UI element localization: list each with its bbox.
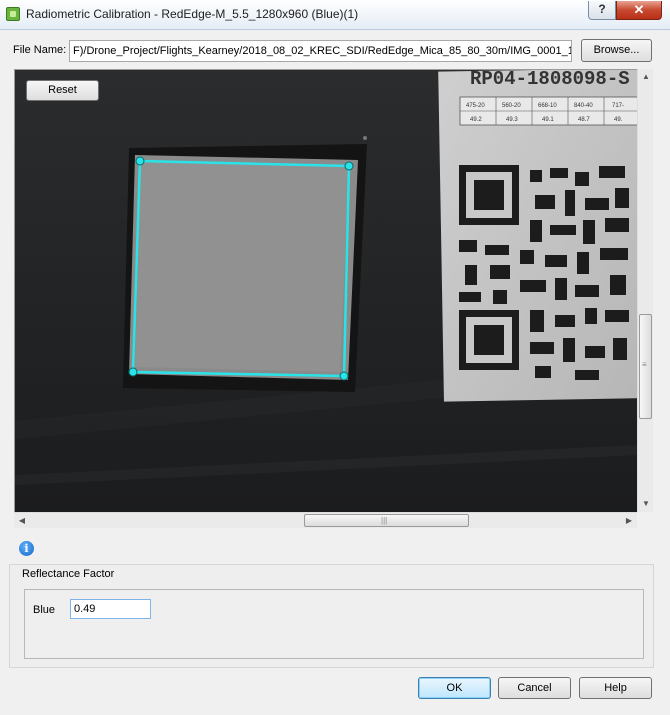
image-viewport[interactable]: RP04-1808098-S 475-20 560-20 668-10 840-… (14, 69, 637, 512)
table-value: 49.3 (506, 117, 518, 123)
reset-button[interactable]: Reset (26, 80, 99, 101)
calibration-image: RP04-1808098-S 475-20 560-20 668-10 840-… (15, 70, 637, 512)
table-header: 840-40 (574, 103, 593, 109)
window-title: Radiometric Calibration - RedEdge-M_5.5_… (26, 7, 359, 21)
svg-text:RP04-1808098-S: RP04-1808098-S (470, 70, 630, 90)
scroll-up-arrow-icon[interactable]: ▲ (638, 69, 654, 85)
table-header: 560-20 (502, 103, 521, 109)
table-value: 49.1 (542, 117, 554, 123)
title-bar: Radiometric Calibration - RedEdge-M_5.5_… (0, 0, 670, 30)
panel-id-text: RP04-1808098-S (470, 70, 630, 90)
close-button[interactable]: ✕ (616, 1, 662, 20)
blue-reflectance-input[interactable] (70, 599, 151, 619)
cancel-button[interactable]: Cancel (498, 677, 571, 699)
scroll-corner (637, 512, 653, 528)
blue-band-label: Blue (33, 604, 56, 616)
scroll-down-arrow-icon[interactable]: ▼ (638, 496, 654, 512)
title-help-button[interactable]: ? (588, 1, 616, 20)
file-name-label: File Name: (13, 44, 67, 56)
help-button[interactable]: Help (579, 677, 652, 699)
table-header: 475-20 (466, 103, 485, 109)
file-path-field[interactable]: F)/Drone_Project/Flights_Kearney/2018_08… (69, 40, 572, 62)
app-icon (6, 7, 20, 21)
table-header: 717- (612, 103, 624, 109)
reflectance-group-title: Reflectance Factor (22, 568, 115, 580)
vertical-scroll-thumb[interactable]: ≡ (639, 314, 652, 419)
horizontal-scroll-thumb[interactable]: ||| (304, 514, 469, 527)
scroll-left-arrow-icon[interactable]: ◀ (14, 513, 30, 529)
corner-handle[interactable] (135, 156, 145, 166)
vertical-scrollbar[interactable]: ▲ ≡ ▼ (637, 69, 653, 512)
horizontal-scrollbar[interactable]: ◀ ||| ▶ (14, 512, 637, 528)
ok-button[interactable]: OK (418, 677, 491, 699)
table-header: 668-10 (538, 103, 557, 109)
table-value: 48.7 (578, 117, 590, 123)
browse-button[interactable]: Browse... (581, 39, 652, 62)
scroll-right-arrow-icon[interactable]: ▶ (621, 513, 637, 529)
corner-handle[interactable] (339, 371, 349, 381)
grip-icon: ≡ (642, 360, 647, 369)
corner-handle[interactable] (128, 367, 138, 377)
grip-icon: ||| (381, 516, 388, 525)
table-value: 49. (614, 117, 623, 123)
corner-handle[interactable] (344, 161, 354, 171)
info-icon[interactable]: i (19, 541, 34, 556)
table-value: 49.2 (470, 117, 482, 123)
